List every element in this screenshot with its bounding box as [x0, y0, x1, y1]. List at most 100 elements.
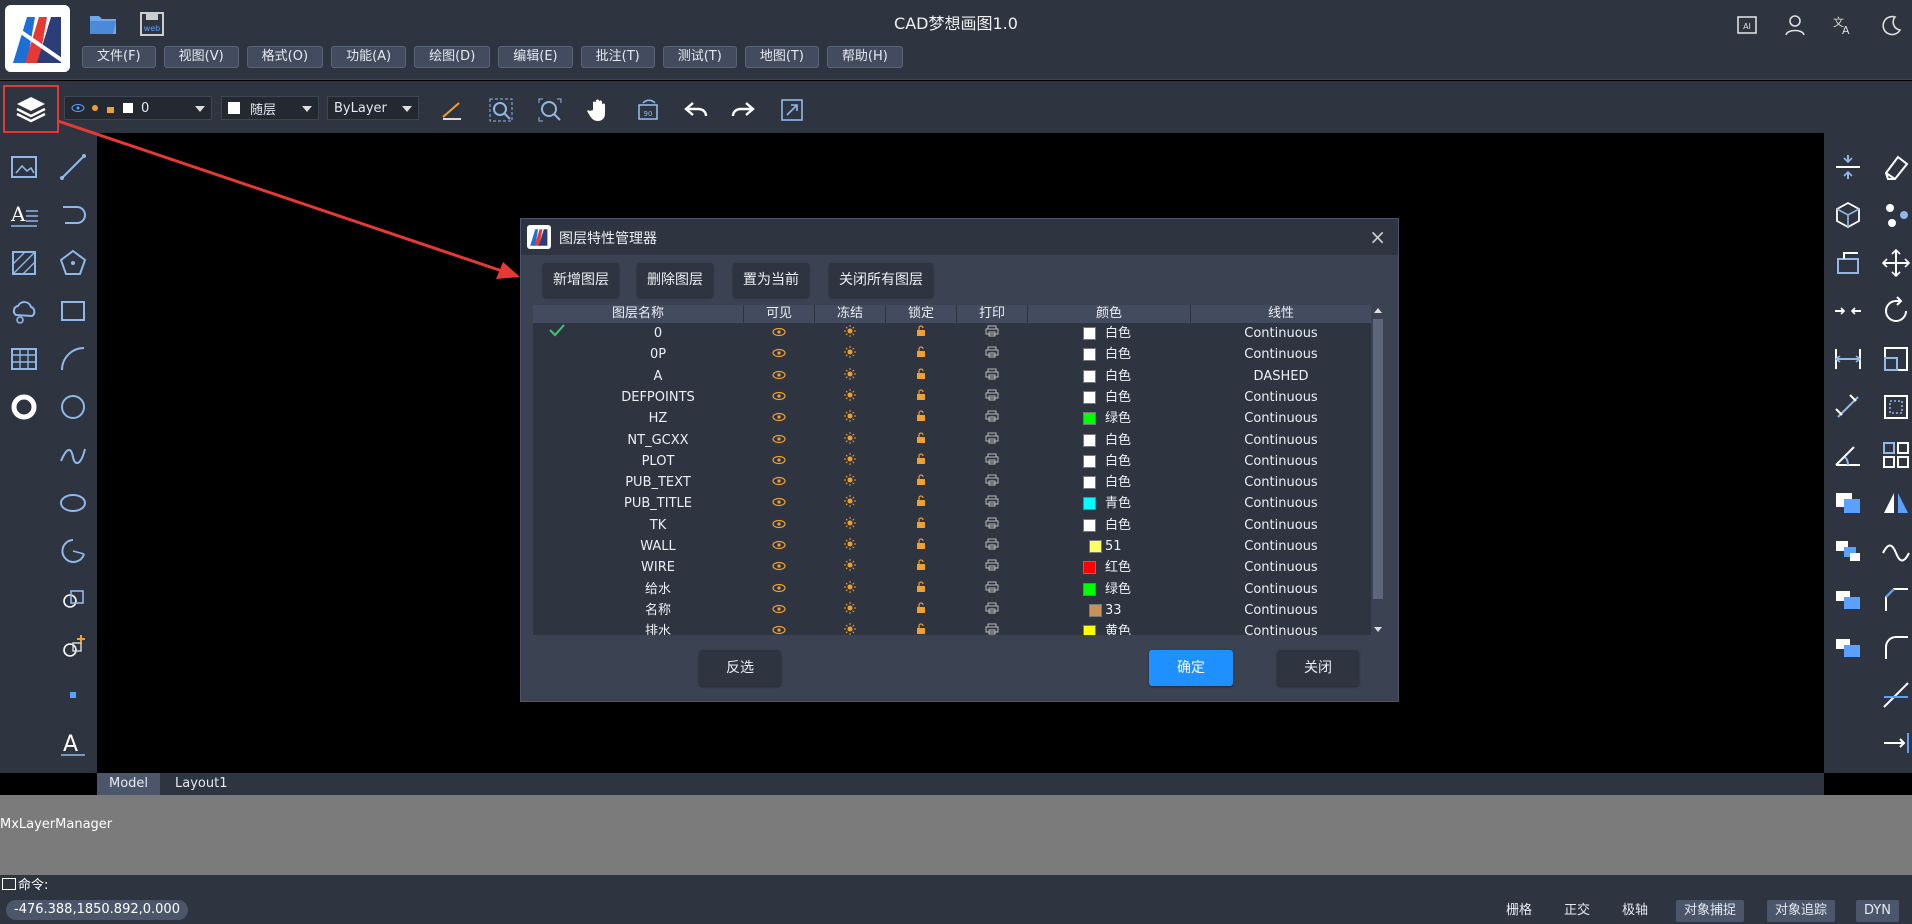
polygon-icon[interactable]: [57, 247, 89, 279]
zoom-window-icon[interactable]: [488, 97, 514, 123]
visible-eye-icon[interactable]: [744, 515, 814, 536]
lock-icon[interactable]: [886, 430, 956, 451]
color-swatch[interactable]: [1083, 476, 1096, 490]
lock-icon[interactable]: [886, 344, 956, 365]
layer-manager-button[interactable]: [3, 85, 59, 133]
freeze-sun-icon[interactable]: [815, 430, 885, 451]
table-row[interactable]: HZ 绿色 Continuous: [533, 408, 1371, 429]
zoom-extents-icon[interactable]: [537, 97, 563, 123]
color-swatch[interactable]: [1089, 540, 1102, 553]
close-icon[interactable]: ×: [1369, 227, 1386, 247]
lock-icon[interactable]: [886, 515, 956, 536]
scale-icon[interactable]: [1880, 343, 1912, 375]
image-insert-icon[interactable]: [8, 151, 40, 183]
scroll-up-icon[interactable]: [1374, 308, 1382, 313]
table-row[interactable]: TK 白色 Continuous: [533, 515, 1371, 536]
arc-icon[interactable]: [57, 343, 89, 375]
table-row[interactable]: 名称 33 Continuous: [533, 600, 1371, 621]
aligned-dimension-icon[interactable]: [1832, 391, 1864, 423]
visible-eye-icon[interactable]: [744, 366, 814, 387]
rotate-icon[interactable]: [1880, 295, 1912, 327]
menu-format[interactable]: 格式(O): [246, 46, 324, 68]
set-current-button[interactable]: 置为当前: [733, 263, 809, 297]
tab-model[interactable]: Model: [97, 773, 161, 795]
lock-icon[interactable]: [886, 536, 956, 557]
freeze-sun-icon[interactable]: [815, 472, 885, 493]
fullscreen-icon[interactable]: [779, 97, 805, 123]
user-icon[interactable]: [1782, 12, 1808, 38]
lock-icon[interactable]: [886, 472, 956, 493]
color-swatch[interactable]: [1083, 454, 1096, 468]
color-swatch[interactable]: [1083, 561, 1096, 575]
ortho-toggle[interactable]: 正交: [1556, 900, 1598, 922]
dimension-icon[interactable]: [1832, 343, 1864, 375]
lock-icon[interactable]: [886, 387, 956, 408]
elliptical-arc-icon[interactable]: [57, 535, 89, 567]
lock-icon[interactable]: [886, 579, 956, 600]
menu-edit[interactable]: 编辑(E): [498, 46, 573, 68]
visible-eye-icon[interactable]: [744, 451, 814, 472]
menu-annotate[interactable]: 批注(T): [580, 46, 655, 68]
hatch-icon[interactable]: [8, 247, 40, 279]
visible-eye-icon[interactable]: [744, 621, 814, 635]
print-icon[interactable]: [957, 579, 1027, 600]
table-row[interactable]: WIRE 红色 Continuous: [533, 557, 1371, 578]
lock-icon[interactable]: [886, 323, 956, 344]
single-line-text-icon[interactable]: A: [57, 727, 89, 759]
color-swatch[interactable]: [1083, 348, 1096, 362]
print-icon[interactable]: [957, 600, 1027, 621]
table-row[interactable]: PLOT 白色 Continuous: [533, 451, 1371, 472]
table-row[interactable]: DEFPOINTS 白色 Continuous: [533, 387, 1371, 408]
stretch-icon[interactable]: [1880, 391, 1912, 423]
freeze-sun-icon[interactable]: [815, 387, 885, 408]
new-layer-button[interactable]: 新增图层: [543, 263, 619, 297]
freeze-sun-icon[interactable]: [815, 600, 885, 621]
ellipse-icon[interactable]: [57, 487, 89, 519]
otrack-toggle[interactable]: 对象追踪: [1767, 900, 1836, 922]
tab-layout1[interactable]: Layout1: [163, 773, 239, 795]
visible-eye-icon[interactable]: [744, 408, 814, 429]
trim-icon[interactable]: [1880, 679, 1912, 711]
group-icon[interactable]: [1880, 199, 1912, 231]
color-swatch[interactable]: [1083, 412, 1096, 426]
menu-map[interactable]: 地图(T): [744, 46, 819, 68]
grid-toggle[interactable]: 栅格: [1498, 900, 1540, 922]
rectangle-icon[interactable]: [57, 295, 89, 327]
lock-icon[interactable]: [886, 621, 956, 635]
line-icon[interactable]: [57, 151, 89, 183]
polyline-arc-icon[interactable]: [57, 199, 89, 231]
freeze-sun-icon[interactable]: [815, 557, 885, 578]
print-icon[interactable]: [957, 536, 1027, 557]
table-row[interactable]: A 白色 DASHED: [533, 366, 1371, 387]
redo-icon[interactable]: [730, 97, 756, 123]
menu-file[interactable]: 文件(F): [82, 46, 156, 68]
print-icon[interactable]: [957, 323, 1027, 344]
print-icon[interactable]: [957, 408, 1027, 429]
print-icon[interactable]: [957, 387, 1027, 408]
freeze-sun-icon[interactable]: [815, 366, 885, 387]
angular-dimension-icon[interactable]: [1832, 439, 1864, 471]
freeze-sun-icon[interactable]: [815, 579, 885, 600]
color-swatch[interactable]: [1083, 518, 1096, 532]
array-icon[interactable]: [1880, 439, 1912, 471]
print-icon[interactable]: [957, 430, 1027, 451]
send-back-icon[interactable]: [1832, 631, 1864, 663]
print-icon[interactable]: [957, 621, 1027, 635]
menu-draw[interactable]: 绘图(D): [414, 46, 491, 68]
visible-eye-icon[interactable]: [744, 493, 814, 514]
close-all-layers-button[interactable]: 关闭所有图层: [829, 263, 933, 297]
visible-eye-icon[interactable]: [744, 387, 814, 408]
color-swatch[interactable]: [1083, 433, 1096, 447]
dyn-toggle[interactable]: DYN: [1856, 900, 1899, 922]
circle-icon[interactable]: [57, 391, 89, 423]
break-icon[interactable]: [1832, 151, 1864, 183]
freeze-sun-icon[interactable]: [815, 515, 885, 536]
freeze-sun-icon[interactable]: [815, 323, 885, 344]
table-row[interactable]: PUB_TITLE 青色 Continuous: [533, 493, 1371, 514]
dark-mode-icon[interactable]: [1878, 12, 1904, 38]
rotate-view-icon[interactable]: 90: [635, 97, 661, 123]
color-swatch[interactable]: [1089, 603, 1102, 617]
scroll-down-icon[interactable]: [1374, 627, 1382, 632]
menu-help[interactable]: 帮助(H): [826, 46, 903, 68]
table-icon[interactable]: [8, 343, 40, 375]
